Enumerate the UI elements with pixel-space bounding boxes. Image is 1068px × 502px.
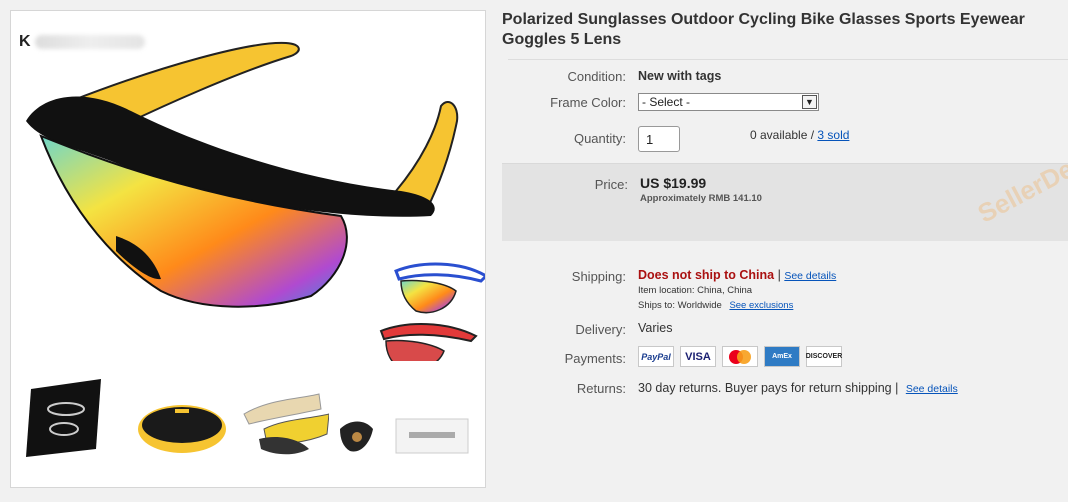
- ships-to: Ships to: Worldwide See exclusions: [638, 300, 793, 311]
- item-location-label: Item location:: [638, 285, 695, 296]
- price-label: Price:: [594, 177, 628, 192]
- thumbnail-case-bag[interactable]: [16, 379, 106, 459]
- condition-label: Condition:: [567, 69, 626, 84]
- thumbnail-hard-case[interactable]: [135, 399, 230, 459]
- ships-to-value: Worldwide: [677, 300, 722, 311]
- returns-details-link[interactable]: See details: [906, 383, 958, 395]
- sold-link[interactable]: 3 sold: [817, 128, 849, 142]
- item-title: Polarized Sunglasses Outdoor Cycling Bik…: [502, 11, 1025, 48]
- thumbnail-strip: [11, 379, 485, 459]
- delivery-label: Delivery:: [575, 322, 626, 337]
- thumbnail-cleaning-cloth[interactable]: [391, 414, 476, 459]
- paypal-icon: PayPal: [638, 346, 674, 367]
- price-approx: Approximately RMB 141.10: [640, 193, 762, 204]
- shipping-label: Shipping:: [571, 269, 626, 284]
- thumbnail-spare-lenses[interactable]: [239, 389, 329, 459]
- shipping-sep: |: [774, 268, 785, 282]
- shipping-details-link[interactable]: See details: [784, 270, 836, 282]
- exclusions-link[interactable]: See exclusions: [729, 300, 793, 311]
- ships-to-label: Ships to:: [638, 300, 675, 311]
- visa-icon: VISA: [680, 346, 716, 367]
- thumbnail-nose-pads[interactable]: [335, 419, 380, 459]
- shipping-status-line: Does not ship to China | See details: [638, 268, 836, 282]
- frame-color-selected: - Select -: [642, 95, 691, 109]
- item-details: Polarized Sunglasses Outdoor Cycling Bik…: [500, 0, 1068, 502]
- mastercard-icon: [722, 346, 758, 367]
- frame-color-select[interactable]: - Select - ▼: [638, 93, 819, 111]
- item-location: Item location: China, China: [638, 285, 752, 296]
- available-count: 0 available /: [750, 128, 818, 142]
- returns-value: 30 day returns. Buyer pays for return sh…: [638, 381, 899, 395]
- frame-color-label: Frame Color:: [550, 95, 626, 110]
- payments-label: Payments:: [564, 351, 626, 366]
- price-value: US $19.99: [640, 175, 707, 191]
- availability: 0 available / 3 sold: [750, 128, 849, 142]
- returns-line: 30 day returns. Buyer pays for return sh…: [638, 381, 958, 395]
- main-product-image[interactable]: [11, 11, 486, 361]
- amex-icon: AmEx: [764, 346, 800, 367]
- title-divider: [508, 59, 1068, 60]
- quantity-input[interactable]: 1: [638, 126, 680, 152]
- payment-methods: PayPal VISA AmEx DISCOVER: [638, 346, 842, 367]
- chevron-down-icon[interactable]: ▼: [802, 95, 817, 109]
- shipping-status: Does not ship to China: [638, 268, 775, 282]
- product-image-panel[interactable]: K: [10, 10, 486, 488]
- item-location-value: China, China: [697, 285, 753, 296]
- discover-icon: DISCOVER: [806, 346, 842, 367]
- delivery-value: Varies: [638, 321, 673, 335]
- quantity-label: Quantity:: [573, 131, 626, 146]
- condition-value: New with tags: [638, 69, 722, 83]
- returns-label: Returns:: [576, 381, 626, 396]
